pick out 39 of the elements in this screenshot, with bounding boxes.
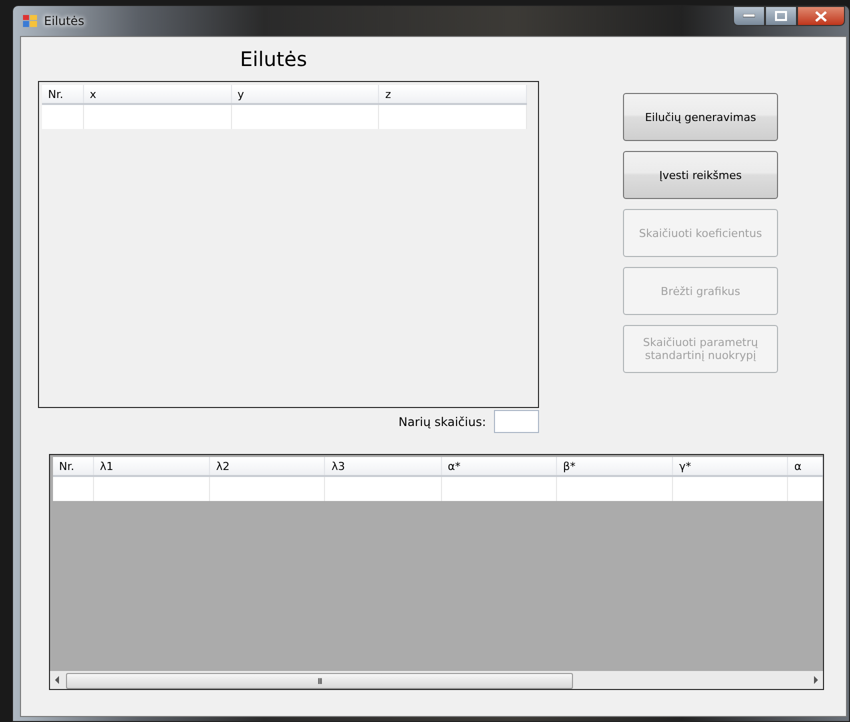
- count-input[interactable]: [494, 410, 539, 433]
- column-header[interactable]: z: [378, 85, 526, 104]
- table-cell[interactable]: [556, 476, 673, 501]
- maximize-icon: [775, 11, 787, 21]
- column-header[interactable]: Nr.: [53, 457, 94, 476]
- table-cell[interactable]: [210, 476, 325, 501]
- column-header[interactable]: α*: [441, 457, 556, 476]
- table-cell[interactable]: [53, 476, 94, 501]
- window-title: Eilutės: [44, 14, 86, 28]
- table-cell[interactable]: [324, 476, 442, 501]
- table-cell[interactable]: [378, 104, 526, 129]
- maximize-button[interactable]: [765, 6, 797, 26]
- column-header[interactable]: λ2: [210, 457, 325, 476]
- scroll-thumb[interactable]: III: [66, 673, 573, 689]
- column-header[interactable]: y: [231, 85, 379, 104]
- close-button[interactable]: [797, 6, 845, 26]
- column-header[interactable]: β*: [556, 457, 673, 476]
- count-label: Narių skaičius:: [398, 414, 486, 428]
- close-icon: [815, 10, 827, 22]
- table-cell[interactable]: [42, 104, 84, 129]
- table-cell[interactable]: [672, 476, 788, 501]
- table-cell[interactable]: [93, 476, 210, 501]
- column-header[interactable]: α: [788, 457, 822, 476]
- horizontal-scrollbar[interactable]: III: [50, 671, 823, 689]
- table-cell[interactable]: [83, 104, 232, 129]
- column-header[interactable]: λ3: [324, 457, 442, 476]
- column-header[interactable]: x: [83, 85, 232, 104]
- minimize-icon: [743, 14, 755, 18]
- column-header[interactable]: Nr.: [42, 85, 84, 104]
- table-cell[interactable]: [788, 476, 822, 501]
- app-icon: [22, 13, 38, 29]
- table-cell[interactable]: [441, 476, 556, 501]
- action-button[interactable]: Eilučių generavimas: [623, 93, 778, 141]
- action-button[interactable]: Įvesti reikšmes: [623, 151, 778, 199]
- table-cell[interactable]: [231, 104, 379, 129]
- column-header[interactable]: λ1: [93, 457, 210, 476]
- column-header[interactable]: γ*: [672, 457, 788, 476]
- minimize-button[interactable]: [733, 6, 765, 26]
- form-heading: Eilutės: [240, 47, 307, 71]
